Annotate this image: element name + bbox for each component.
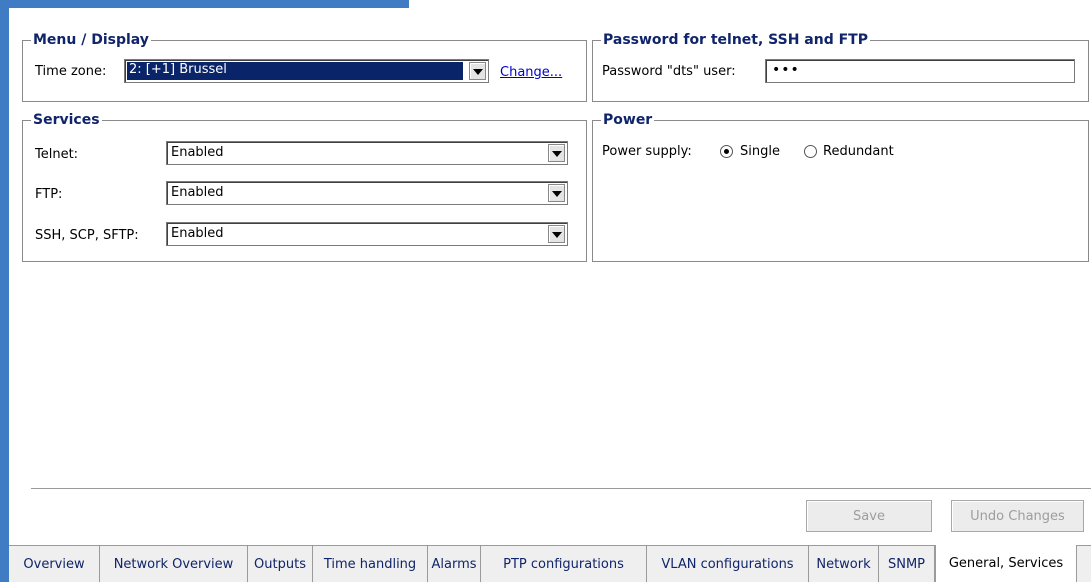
chevron-down-icon[interactable] (548, 144, 565, 162)
chevron-down-icon[interactable] (548, 225, 565, 243)
radio-single[interactable] (720, 145, 733, 158)
radio-redundant-label[interactable]: Redundant (823, 144, 894, 159)
ftp-label: FTP: (35, 187, 63, 202)
chevron-down-icon[interactable] (548, 184, 565, 202)
password-group-title: Password for telnet, SSH and FTP (603, 32, 868, 48)
ftp-value: Enabled (171, 185, 224, 200)
save-button[interactable]: Save (806, 500, 932, 532)
password-label: Password "dts" user: (602, 64, 736, 79)
timezone-value: 2: [+1] Brussel (127, 62, 463, 80)
tab-general-services[interactable]: General, Services (935, 545, 1077, 582)
menu-display-title: Menu / Display (33, 32, 149, 48)
ssh-select[interactable]: Enabled (166, 222, 568, 246)
services-title: Services (33, 112, 100, 128)
window-title-edge (9, 0, 409, 8)
radio-single-label[interactable]: Single (740, 144, 780, 159)
timezone-select[interactable]: 2: [+1] Brussel (124, 59, 489, 83)
tab-bar: Overview Network Overview Outputs Time h… (9, 545, 1091, 582)
tab-time-handling[interactable]: Time handling (313, 546, 428, 582)
power-title: Power (603, 112, 653, 128)
chevron-down-icon[interactable] (469, 62, 486, 80)
window-border (0, 0, 9, 582)
tab-snmp[interactable]: SNMP (879, 546, 935, 582)
ssh-value: Enabled (171, 226, 224, 241)
telnet-label: Telnet: (35, 147, 79, 162)
tab-network-overview[interactable]: Network Overview (100, 546, 248, 582)
ftp-select[interactable]: Enabled (166, 181, 568, 205)
telnet-value: Enabled (171, 145, 224, 160)
separator (31, 488, 1091, 490)
power-supply-label: Power supply: (602, 144, 692, 159)
tab-vlan-configurations[interactable]: VLAN configurations (647, 546, 809, 582)
undo-changes-button[interactable]: Undo Changes (951, 500, 1084, 532)
tab-ptp-configurations[interactable]: PTP configurations (481, 546, 647, 582)
tab-outputs[interactable]: Outputs (248, 546, 313, 582)
tab-network[interactable]: Network (809, 546, 879, 582)
ssh-label: SSH, SCP, SFTP: (35, 228, 139, 243)
power-group: Power (592, 112, 1089, 262)
password-input[interactable]: ••• (765, 59, 1075, 83)
radio-redundant[interactable] (804, 145, 817, 158)
tab-overview[interactable]: Overview (9, 546, 100, 582)
timezone-label: Time zone: (35, 64, 107, 79)
tab-alarms[interactable]: Alarms (428, 546, 481, 582)
change-timezone-link[interactable]: Change... (500, 65, 562, 80)
telnet-select[interactable]: Enabled (166, 141, 568, 165)
settings-panel: Menu / Display Time zone: 2: [+1] Brusse… (9, 8, 1091, 538)
